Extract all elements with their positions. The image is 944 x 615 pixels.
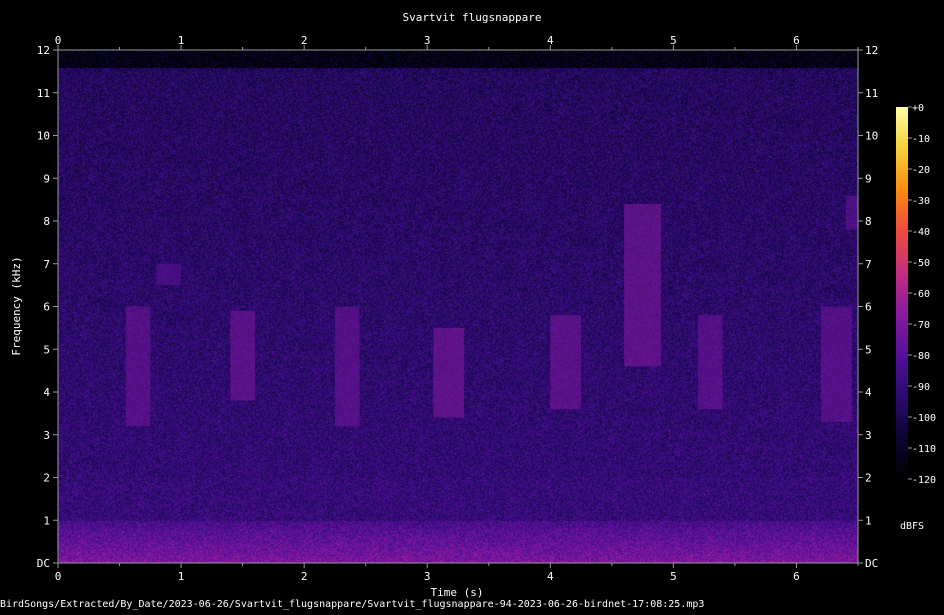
x-tick-label: 6 [793, 570, 800, 583]
y-tick-label-right: DC [865, 557, 878, 570]
x-tick-label-top: 0 [55, 34, 62, 47]
x-tick-label: 3 [424, 570, 431, 583]
spectrogram-heatmap [58, 50, 858, 563]
x-tick-label: 1 [178, 570, 185, 583]
call-event-6 [550, 315, 582, 410]
x-axis-bottom: 0 1 2 3 4 5 6 [55, 563, 859, 583]
y-axis-label: Frequency (kHz) [10, 256, 23, 355]
call-event-8 [698, 315, 723, 410]
call-event-2 [156, 263, 182, 286]
y-tick-label-right: 2 [865, 472, 872, 485]
y-tick-label: 9 [43, 172, 50, 185]
x-tick-label-top: 1 [178, 34, 185, 47]
y-axis-right: DC123456789101112 [858, 44, 878, 570]
x-axis-label: Time (s) [431, 586, 484, 599]
y-tick-label-right: 11 [865, 87, 878, 100]
y-tick-label-right: 9 [865, 172, 872, 185]
colorbar-tick-label: -120 [912, 475, 936, 486]
y-tick-label-right: 7 [865, 258, 872, 271]
y-tick-label: 3 [43, 429, 50, 442]
x-tick-label: 2 [301, 570, 308, 583]
y-tick-label-right: 1 [865, 514, 872, 527]
call-event-5 [433, 327, 465, 418]
x-tick-label: 0 [55, 570, 62, 583]
colorbar-tick-label: -20 [912, 165, 930, 176]
colorbar-tick-label: -40 [912, 227, 930, 238]
colorbar-label: dBFS [900, 521, 924, 532]
y-tick-label-right: 8 [865, 215, 872, 228]
call-event-1 [125, 306, 151, 427]
x-tick-label-top: 3 [424, 34, 431, 47]
y-tick-label: 10 [37, 130, 50, 143]
colorbar-tick-label: -50 [912, 258, 930, 269]
spectrogram-chart: 0123456 0123456 DC123456789101112 DC1234… [0, 11, 936, 610]
plot-area [57, 49, 859, 564]
colorbar-ticks: +0 -10 -20 -30 -40 -50 -60 -70 -80 -90 -100 -110 -12… [908, 103, 936, 486]
y-tick-label-right: 10 [865, 130, 878, 143]
y-tick-label-right: 3 [865, 429, 872, 442]
spectrogram-figure: 0123456 0123456 DC 1 2 3 4 5 6 7 8 9 10 11 12 DC 1 2 3 4… [0, 0, 944, 611]
x-tick-label-top: 2 [301, 34, 308, 47]
y-tick-label-right: 5 [865, 343, 872, 356]
colorbar-tick-label: +0 [912, 103, 924, 114]
y-tick-label-right: 6 [865, 301, 872, 314]
colorbar-gradient [896, 107, 908, 479]
call-event-9 [821, 306, 852, 422]
x-tick-label: 4 [547, 570, 554, 583]
y-tick-label: 8 [43, 215, 50, 228]
colorbar-tick-label: -90 [912, 382, 930, 393]
call-event-3 [230, 310, 255, 401]
colorbar-tick-label: -70 [912, 320, 930, 331]
colorbar: +0 -10 -20 -30 -40 -50 -60 -70 -80 -90 -100 -110 -12… [896, 103, 936, 532]
chart-title: Svartvit flugsnappare [402, 11, 541, 24]
x-axis-top: 0 1 2 3 4 5 6 [55, 34, 859, 50]
call-event-10 [845, 195, 858, 230]
call-event-4 [334, 306, 360, 427]
y-tick-label-right: 4 [865, 386, 872, 399]
y-tick-label: 6 [43, 301, 50, 314]
colorbar-tick-label: -60 [912, 289, 930, 300]
y-tick-label: DC [37, 557, 50, 570]
colorbar-tick-label: -30 [912, 196, 930, 207]
y-tick-label: 4 [43, 386, 50, 399]
x-tick-label-top: 5 [670, 34, 677, 47]
x-tick-label-top: 6 [793, 34, 800, 47]
y-tick-label: 1 [43, 514, 50, 527]
colorbar-tick-label: -10 [912, 134, 930, 145]
x-tick-label-top: 4 [547, 34, 554, 47]
y-tick-label: 11 [37, 87, 50, 100]
colorbar-tick-label: -100 [912, 413, 936, 424]
y-tick-label: 7 [43, 258, 50, 271]
y-tick-label: 12 [37, 44, 50, 57]
colorbar-tick-label: -80 [912, 351, 930, 362]
file-path-footer: BirdSongs/Extracted/By_Date/2023-06-26/S… [0, 599, 704, 610]
y-tick-label: 2 [43, 472, 50, 485]
call-event-7 [624, 203, 662, 367]
y-tick-label: 5 [43, 343, 50, 356]
y-tick-label-right: 12 [865, 44, 878, 57]
y-axis-left: DC123456789101112 [37, 44, 58, 570]
colorbar-tick-label: -110 [912, 444, 936, 455]
x-tick-label: 5 [670, 570, 677, 583]
